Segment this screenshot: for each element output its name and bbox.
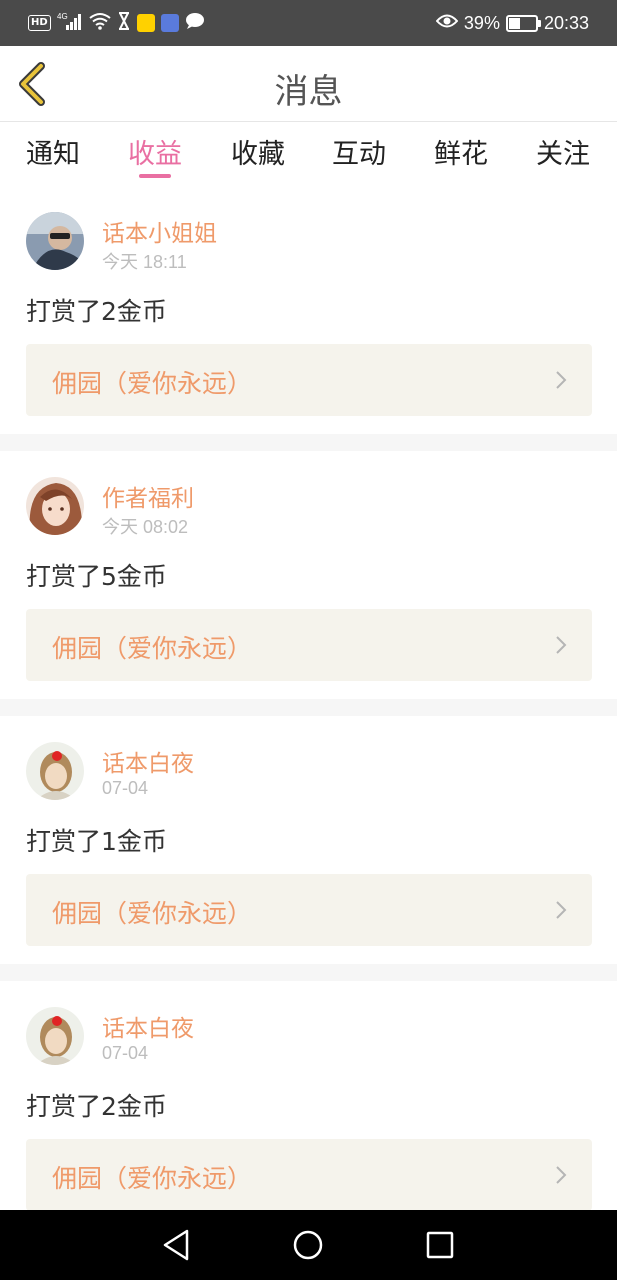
divider [0, 434, 617, 451]
meituan-app-icon [136, 14, 155, 32]
username[interactable]: 话本小姐姐 [102, 214, 217, 248]
timestamp: 今天 18:11 [102, 252, 187, 272]
eye-icon [435, 13, 459, 33]
tab-earnings-label: 收益 [128, 139, 182, 170]
active-tab-indicator [139, 174, 171, 178]
tab-notifications[interactable]: 通知 [18, 132, 88, 171]
book-title: 佣园（爱你永远） [52, 899, 253, 928]
hourglass-icon [117, 12, 131, 34]
status-bar: HD 4G 39% 20:33 [0, 0, 617, 46]
back-triangle-icon [163, 1229, 189, 1261]
message-text: 打赏了5金币 [26, 562, 167, 591]
chevron-right-icon [556, 901, 567, 919]
message-text: 打赏了2金币 [26, 1092, 167, 1121]
list-item: 作者福利 今天 08:02 打赏了5金币 佣园（爱你永远） [0, 461, 617, 709]
tab-favorites[interactable]: 收藏 [223, 132, 293, 171]
message-text: 打赏了2金币 [26, 297, 167, 326]
tab-interactions[interactable]: 互动 [324, 132, 394, 171]
battery-icon [505, 14, 541, 32]
home-circle-icon [293, 1230, 323, 1260]
music-app-icon [160, 14, 179, 32]
book-link[interactable]: 佣园（爱你永远） [26, 874, 592, 946]
hd-icon: HD [28, 15, 51, 31]
avatar[interactable] [26, 1007, 84, 1065]
username[interactable]: 话本白夜 [102, 744, 194, 778]
divider [0, 699, 617, 716]
signal-icon: 4G [57, 11, 83, 35]
divider [0, 964, 617, 981]
book-link[interactable]: 佣园（爱你永远） [26, 1139, 592, 1211]
header-bar: 消息 [0, 46, 617, 122]
list-item: 话本白夜 07-04 打赏了1金币 佣园（爱你永远） [0, 726, 617, 974]
nav-home-button[interactable] [291, 1228, 325, 1262]
battery-percent: 39% [463, 12, 500, 33]
tab-follows[interactable]: 关注 [528, 132, 598, 171]
network-type-label: 4G [57, 12, 68, 21]
recents-square-icon [426, 1231, 454, 1259]
chevron-right-icon [556, 636, 567, 654]
book-title: 佣园（爱你永远） [52, 369, 253, 398]
tab-flowers[interactable]: 鲜花 [426, 132, 496, 171]
tab-earnings[interactable]: 收益 [120, 132, 190, 178]
book-title: 佣园（爱你永远） [52, 1164, 253, 1193]
avatar[interactable] [26, 212, 84, 270]
status-time: 20:33 [543, 12, 589, 33]
book-link[interactable]: 佣园（爱你永远） [26, 344, 592, 416]
chevron-right-icon [556, 1166, 567, 1184]
wifi-icon [89, 12, 111, 34]
book-title: 佣园（爱你永远） [52, 634, 253, 663]
list-item: 话本小姐姐 今天 18:11 打赏了2金币 佣园（爱你永远） [0, 196, 617, 444]
system-nav-bar [0, 1210, 617, 1280]
avatar[interactable] [26, 742, 84, 800]
chevron-right-icon [556, 371, 567, 389]
avatar[interactable] [26, 477, 84, 535]
timestamp: 07-04 [102, 1043, 149, 1063]
message-text: 打赏了1金币 [26, 827, 167, 856]
username[interactable]: 话本白夜 [102, 1009, 194, 1043]
page-title: 消息 [274, 72, 343, 112]
list-item: 话本白夜 07-04 打赏了2金币 佣园（爱你永远） [0, 991, 617, 1239]
username[interactable]: 作者福利 [102, 479, 194, 513]
book-link[interactable]: 佣园（爱你永远） [26, 609, 592, 681]
nav-recents-button[interactable] [423, 1228, 457, 1262]
timestamp: 07-04 [102, 778, 149, 798]
nav-back-button[interactable] [160, 1228, 194, 1262]
tab-bar: 通知 收益 收藏 互动 鲜花 关注 [0, 122, 617, 184]
chat-bubble-icon [185, 12, 205, 34]
battery-level [508, 17, 520, 29]
timestamp: 今天 08:02 [102, 517, 189, 537]
